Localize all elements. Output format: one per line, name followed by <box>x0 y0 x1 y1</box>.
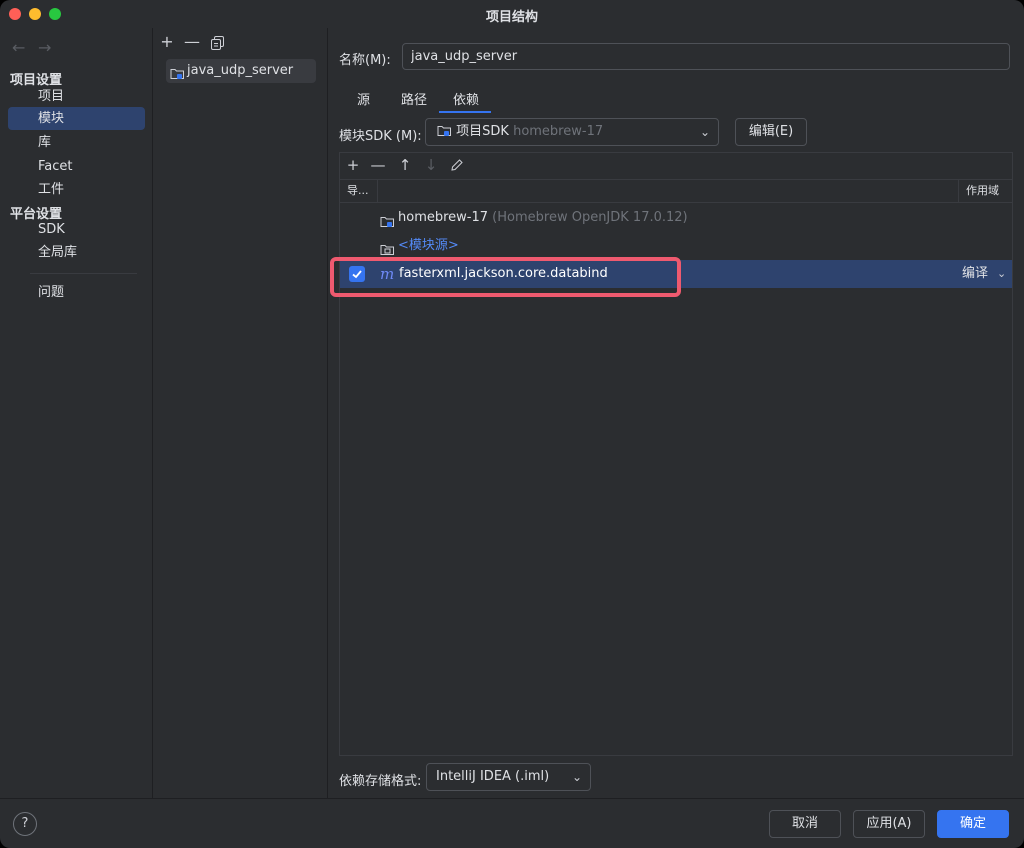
nav-item-sdk[interactable]: SDK <box>8 218 145 241</box>
move-up-button[interactable]: ↑ <box>396 156 414 174</box>
module-item-label: java_udp_server <box>187 63 294 78</box>
chevron-down-icon: ⌄ <box>699 125 710 139</box>
module-list-panel: + — java_udp_server <box>154 28 328 798</box>
active-tab-indicator <box>439 111 491 113</box>
dependencies-toolbar: + — ↑ ↓ <box>340 153 1012 179</box>
module-sdk-dropdown[interactable]: 项目SDK homebrew-17 ⌄ <box>425 118 719 146</box>
storage-format-dropdown[interactable]: IntelliJ IDEA (.iml) ⌄ <box>426 763 591 791</box>
column-scope[interactable]: 作用域 <box>966 180 999 202</box>
highlight-annotation <box>330 257 681 297</box>
module-detail-panel: 名称(M): 源 路径 依赖 模块SDK (M): 项目SDK homebrew… <box>329 28 1024 798</box>
dialog-footer: ? 取消 应用(A) 确定 <box>0 798 1024 848</box>
sdk-value: 项目SDK <box>456 124 509 139</box>
table-row[interactable]: <模块源> <box>340 232 1012 260</box>
nav-item-modules[interactable]: 模块 <box>8 107 145 130</box>
chevron-down-icon[interactable]: ⌄ <box>997 260 1006 288</box>
settings-nav: ← → 项目设置 项目 模块 库 Facet 工件 平台设置 SDK 全局库 问… <box>0 28 153 798</box>
nav-item-global-libraries[interactable]: 全局库 <box>8 241 145 264</box>
dependency-name: homebrew-17 <box>398 210 489 225</box>
window-title: 项目结构 <box>485 10 538 25</box>
apply-button[interactable]: 应用(A) <box>853 810 925 838</box>
copy-icon[interactable] <box>208 32 226 54</box>
column-divider <box>958 180 959 202</box>
ok-button[interactable]: 确定 <box>937 810 1009 838</box>
edit-sdk-button[interactable]: 编辑(E) <box>735 118 807 146</box>
dependency-detail: (Homebrew OpenJDK 17.0.12) <box>492 210 688 225</box>
module-name-input[interactable] <box>402 43 1010 70</box>
help-button[interactable]: ? <box>13 812 37 836</box>
nav-item-project[interactable]: 项目 <box>8 85 145 108</box>
add-dependency-button[interactable]: + <box>344 156 362 174</box>
nav-item-problems[interactable]: 问题 <box>8 281 145 304</box>
chevron-down-icon: ⌄ <box>571 770 582 784</box>
remove-dependency-button[interactable]: — <box>369 156 387 174</box>
tab-paths[interactable]: 路径 <box>401 89 427 113</box>
column-export[interactable]: 导... <box>347 180 369 202</box>
column-divider <box>377 180 378 202</box>
nav-divider <box>30 273 137 274</box>
project-structure-dialog: 项目结构 ← → 项目设置 项目 模块 库 Facet 工件 平台设置 SDK … <box>0 0 1024 848</box>
module-folder-icon <box>170 65 185 89</box>
pencil-icon[interactable] <box>448 156 466 175</box>
nav-item-libraries[interactable]: 库 <box>8 131 145 154</box>
dependency-name: <模块源> <box>398 238 459 253</box>
forward-arrow-icon[interactable]: → <box>38 38 51 57</box>
nav-item-facets[interactable]: Facet <box>8 155 145 178</box>
cancel-button[interactable]: 取消 <box>769 810 841 838</box>
add-module-button[interactable]: + <box>158 32 176 51</box>
dependencies-table-header: 导... 作用域 <box>340 179 1012 203</box>
scope-dropdown[interactable]: 编译 <box>962 260 988 288</box>
table-row[interactable]: homebrew-17 (Homebrew OpenJDK 17.0.12) <box>340 204 1012 232</box>
storage-format-label: 依赖存储格式: <box>339 774 422 789</box>
back-arrow-icon[interactable]: ← <box>12 38 25 57</box>
module-sdk-label: 模块SDK (M): <box>339 129 422 144</box>
module-item-java-udp-server[interactable]: java_udp_server <box>166 59 316 83</box>
storage-format-value: IntelliJ IDEA (.iml) <box>436 769 550 784</box>
remove-module-button[interactable]: — <box>183 32 201 51</box>
sdk-folder-icon <box>437 124 456 139</box>
tab-sources[interactable]: 源 <box>357 89 370 113</box>
move-down-button[interactable]: ↓ <box>422 156 440 174</box>
dependencies-table: + — ↑ ↓ 导... 作用域 homebrew-17 (Homebrew O… <box>339 152 1013 756</box>
sdk-value-detail: homebrew-17 <box>513 124 604 139</box>
nav-item-artifacts[interactable]: 工件 <box>8 178 145 201</box>
title-bar: 项目结构 <box>0 0 1024 28</box>
tab-dependencies[interactable]: 依赖 <box>453 89 479 113</box>
name-label: 名称(M): <box>339 53 391 68</box>
